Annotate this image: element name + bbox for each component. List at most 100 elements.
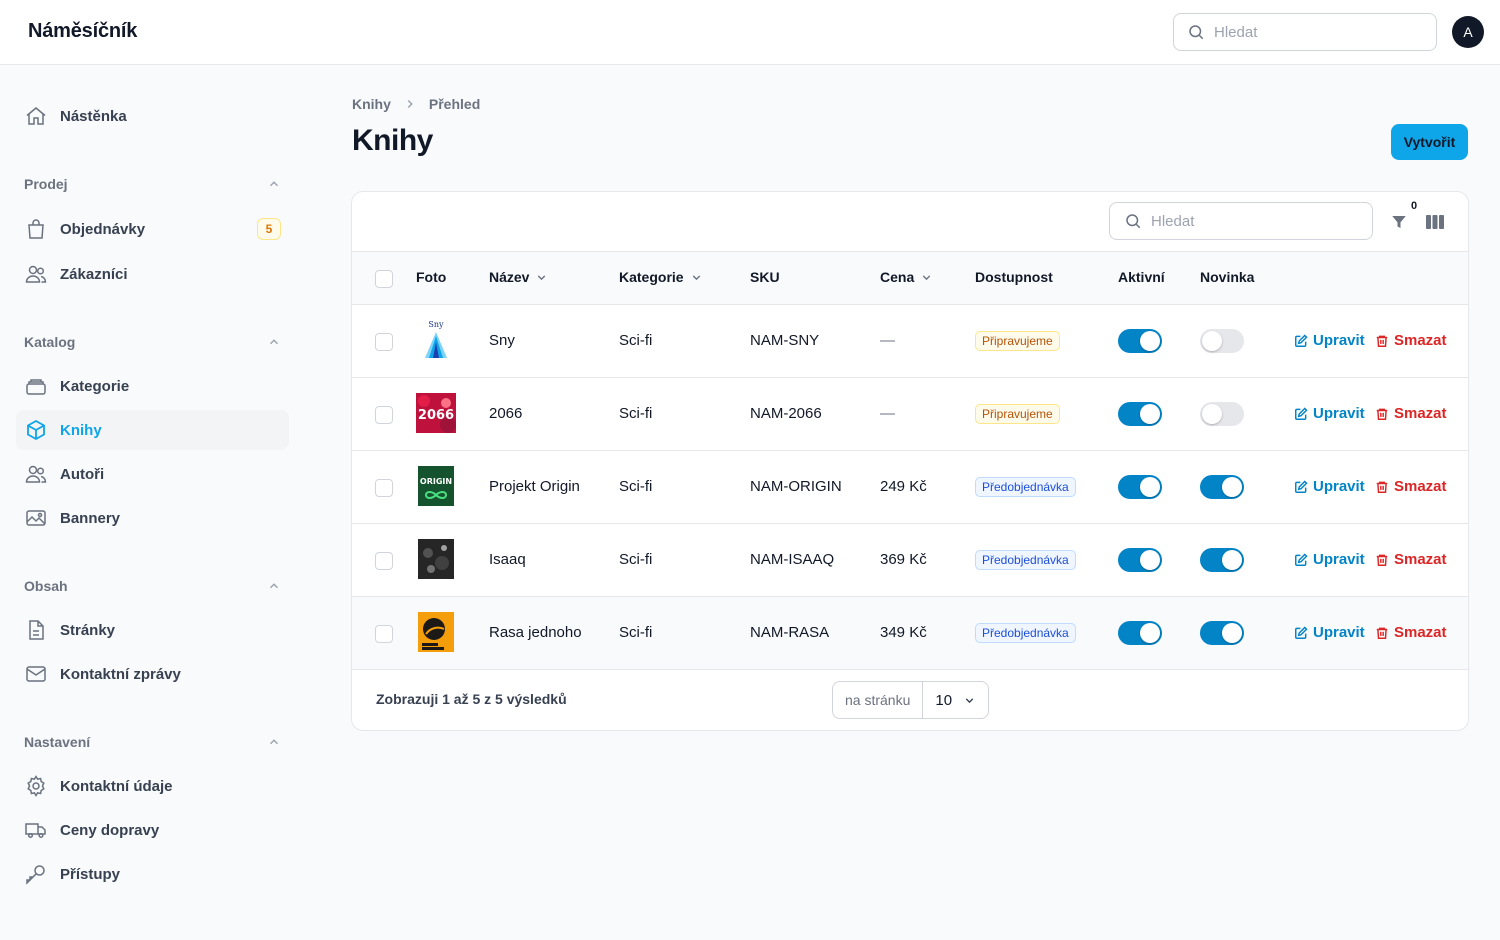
select-all-checkbox[interactable]	[375, 270, 393, 288]
search-icon	[1189, 25, 1204, 40]
chevron-up-icon	[269, 339, 279, 345]
column-header-name[interactable]: Název	[489, 269, 548, 285]
book-price: 349 Kč	[880, 624, 927, 641]
sidebar-item-label: Ceny dopravy	[60, 821, 160, 839]
pencil-square-icon	[1295, 552, 1308, 566]
view-columns-icon	[1426, 215, 1444, 229]
active-toggle[interactable]	[1118, 621, 1162, 645]
group-settings-header[interactable]: Nastavení	[24, 730, 281, 754]
toggle-knob	[1222, 477, 1242, 497]
delete-label: Smazat	[1394, 551, 1447, 568]
column-header-label: Cena	[880, 269, 915, 285]
table-row: Sny Sny Sci-fi NAM-SNY — Připravujeme Up…	[352, 305, 1468, 378]
row-checkbox[interactable]	[375, 552, 393, 570]
group-catalog-header[interactable]: Katalog	[24, 330, 281, 354]
search-icon	[1126, 214, 1141, 229]
sidebar-item-orders[interactable]: Objednávky 5	[16, 209, 289, 249]
novelty-toggle[interactable]	[1200, 621, 1244, 645]
delete-button[interactable]: Smazat	[1375, 551, 1447, 568]
book-cover-image: 2066	[416, 393, 456, 433]
group-label: Katalog	[24, 334, 76, 350]
row-checkbox[interactable]	[375, 625, 393, 643]
breadcrumb-link-books[interactable]: Knihy	[352, 96, 391, 112]
brand-logo[interactable]: Náměsíčník	[28, 20, 137, 43]
group-label: Obsah	[24, 578, 68, 594]
novelty-toggle[interactable]	[1200, 402, 1244, 426]
sidebar-item-label: Nástěnka	[60, 107, 127, 125]
delete-button[interactable]: Smazat	[1375, 624, 1447, 641]
delete-label: Smazat	[1394, 478, 1447, 495]
sidebar-item-messages[interactable]: Kontaktní zprávy	[16, 654, 289, 694]
sidebar-item-access[interactable]: Přístupy	[16, 854, 289, 894]
novelty-toggle[interactable]	[1200, 475, 1244, 499]
global-search[interactable]	[1173, 13, 1437, 51]
row-checkbox[interactable]	[375, 406, 393, 424]
active-toggle[interactable]	[1118, 475, 1162, 499]
delete-button[interactable]: Smazat	[1375, 478, 1447, 495]
group-label: Nastavení	[24, 734, 91, 750]
trash-icon	[1376, 481, 1388, 493]
user-avatar[interactable]: A	[1452, 16, 1484, 48]
global-search-input[interactable]	[1214, 23, 1414, 41]
chevron-up-icon	[269, 181, 279, 187]
group-content-header[interactable]: Obsah	[24, 574, 281, 598]
delete-button[interactable]: Smazat	[1375, 405, 1447, 422]
sidebar-item-books[interactable]: Knihy	[16, 410, 289, 450]
per-page-dropdown[interactable]: 10	[923, 692, 988, 709]
sidebar-item-authors[interactable]: Autoři	[16, 454, 289, 494]
create-button[interactable]: Vytvořit	[1391, 124, 1468, 160]
filter-button[interactable]	[1388, 211, 1410, 233]
row-checkbox[interactable]	[375, 479, 393, 497]
trash-icon	[1376, 554, 1388, 566]
column-header-sku: SKU	[750, 269, 780, 285]
active-toggle[interactable]	[1118, 329, 1162, 353]
sidebar-item-contact[interactable]: Kontaktní údaje	[16, 766, 289, 806]
table-search-input[interactable]	[1151, 212, 1351, 230]
edit-button[interactable]: Upravit	[1294, 478, 1365, 495]
envelope-icon	[24, 662, 48, 686]
sidebar-item-customers[interactable]: Zákazníci	[16, 254, 289, 294]
book-cover-image: Sny	[416, 320, 456, 360]
edit-button[interactable]: Upravit	[1294, 551, 1365, 568]
book-sku: NAM-SNY	[750, 332, 820, 349]
chevron-right-icon	[403, 97, 417, 111]
per-page-label: na stránku	[833, 682, 924, 718]
toggle-knob	[1202, 331, 1222, 351]
rectangle-stack-icon	[24, 374, 48, 398]
edit-button[interactable]: Upravit	[1294, 624, 1365, 641]
novelty-toggle[interactable]	[1200, 548, 1244, 572]
sidebar-item-categories[interactable]: Kategorie	[16, 366, 289, 406]
sidebar-item-pages[interactable]: Stránky	[16, 610, 289, 650]
delete-button[interactable]: Smazat	[1375, 332, 1447, 349]
home-icon	[24, 104, 48, 128]
sidebar-item-label: Kontaktní zprávy	[60, 665, 181, 683]
active-toggle[interactable]	[1118, 402, 1162, 426]
sidebar-item-label: Kategorie	[60, 377, 130, 395]
chevron-up-icon	[269, 739, 279, 745]
column-toggle-button[interactable]	[1424, 211, 1446, 233]
sidebar-item-shipping[interactable]: Ceny dopravy	[16, 810, 289, 850]
table-search[interactable]	[1109, 202, 1373, 240]
trash-icon	[1376, 627, 1388, 639]
sidebar-item-banners[interactable]: Bannery	[16, 498, 289, 538]
row-checkbox[interactable]	[375, 333, 393, 351]
edit-button[interactable]: Upravit	[1294, 332, 1365, 349]
shopping-bag-icon	[24, 217, 48, 241]
per-page-select[interactable]: na stránku 10	[832, 681, 989, 719]
sidebar-item-label: Knihy	[60, 421, 102, 439]
active-toggle[interactable]	[1118, 548, 1162, 572]
column-header-category[interactable]: Kategorie	[619, 269, 703, 285]
column-header-price[interactable]: Cena	[880, 269, 933, 285]
edit-label: Upravit	[1313, 624, 1365, 641]
edit-label: Upravit	[1313, 332, 1365, 349]
sidebar-item-label: Kontaktní údaje	[60, 777, 173, 795]
chevron-down-icon	[535, 271, 548, 284]
trash-icon	[1376, 408, 1388, 420]
group-sales-header[interactable]: Prodej	[24, 172, 281, 196]
svg-text:2066: 2066	[418, 408, 454, 423]
sidebar-item-dashboard[interactable]: Nástěnka	[16, 96, 289, 136]
sidebar-item-label: Stránky	[60, 621, 116, 639]
edit-button[interactable]: Upravit	[1294, 405, 1365, 422]
novelty-toggle[interactable]	[1200, 329, 1244, 353]
truck-icon	[24, 818, 48, 842]
